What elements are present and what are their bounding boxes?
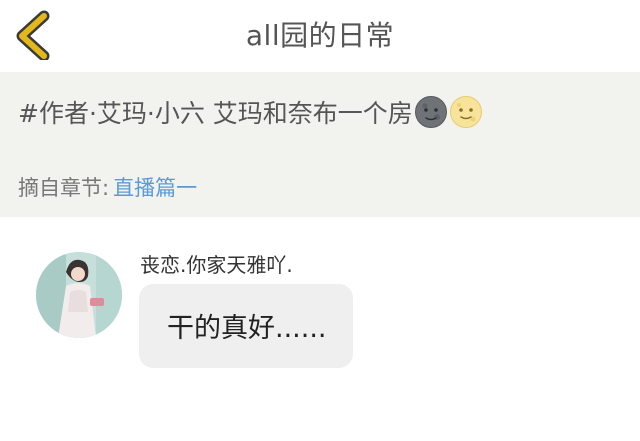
user-avatar-photo [36,252,122,338]
page: all园的日常 #作者·艾玛·小六 艾玛和奈布一个房 摘自章节: 直播篇一 丧恋… [0,0,640,441]
chapter-link[interactable]: 直播篇一 [113,176,197,200]
top-bar: all园的日常 [0,0,640,72]
avatar[interactable] [36,252,122,338]
new-moon-face-icon [414,95,448,129]
full-moon-face-icon [449,95,483,129]
source-line: 摘自章节: 直播篇一 [18,172,197,202]
quote-line: #作者·艾玛·小六 艾玛和奈布一个房 [18,94,483,130]
quote-text: #作者·艾玛·小六 艾玛和奈布一个房 [18,99,413,128]
source-label: 摘自章节: [18,176,110,200]
page-title: all园的日常 [245,19,395,52]
quote-panel: #作者·艾玛·小六 艾玛和奈布一个房 摘自章节: 直播篇一 [0,72,640,217]
comment-username[interactable]: 丧恋.你家天雅吖. [140,249,293,278]
comment-text: 干的真好...... [167,313,327,344]
comment-bubble: 干的真好...... [139,284,353,368]
